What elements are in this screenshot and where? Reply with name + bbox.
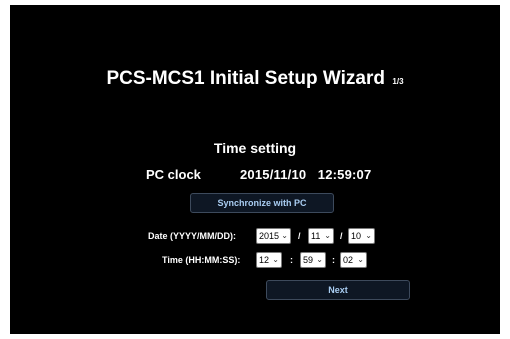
month-select[interactable]: 11 ⌄ [308,228,334,244]
second-select[interactable]: 02 ⌄ [340,252,367,268]
chevron-down-icon: ⌄ [365,231,372,240]
date-separator: / [298,231,301,241]
chevron-down-icon: ⌄ [357,255,364,264]
day-value: 10 [351,231,362,241]
time-separator: : [290,255,293,265]
time-setting-heading: Time setting [213,140,297,156]
chevron-down-icon: ⌄ [324,231,331,240]
synchronize-with-pc-button[interactable]: Synchronize with PC [190,193,334,213]
date-label: Date (YYYY/MM/DD): [148,231,237,241]
pc-clock-label: PC clock [146,167,201,182]
day-select[interactable]: 10 ⌄ [348,228,375,244]
next-button[interactable]: Next [266,280,410,300]
chevron-down-icon: ⌄ [281,231,288,240]
date-separator: / [340,231,343,241]
hour-select[interactable]: 12 ⌄ [256,252,282,268]
wizard-step-indicator: 1/3 [392,77,404,86]
time-label: Time (HH:MM:SS): [162,255,241,265]
time-separator: : [332,255,335,265]
year-value: 2015 [259,231,280,241]
minute-value: 59 [303,255,314,265]
wizard-title: PCS-MCS1 Initial Setup Wizard 1/3 [10,68,500,90]
year-select[interactable]: 2015 ⌄ [256,228,291,244]
month-value: 11 [311,231,321,241]
wizard-screen: PCS-MCS1 Initial Setup Wizard 1/3 Time s… [10,5,500,334]
pc-clock-value: 2015/11/10 12:59:07 [240,167,372,182]
hour-value: 12 [259,255,270,265]
wizard-title-text: PCS-MCS1 Initial Setup Wizard [106,68,385,89]
minute-select[interactable]: 59 ⌄ [300,252,326,268]
chevron-down-icon: ⌄ [272,255,279,264]
second-value: 02 [343,255,354,265]
chevron-down-icon: ⌄ [316,255,323,264]
